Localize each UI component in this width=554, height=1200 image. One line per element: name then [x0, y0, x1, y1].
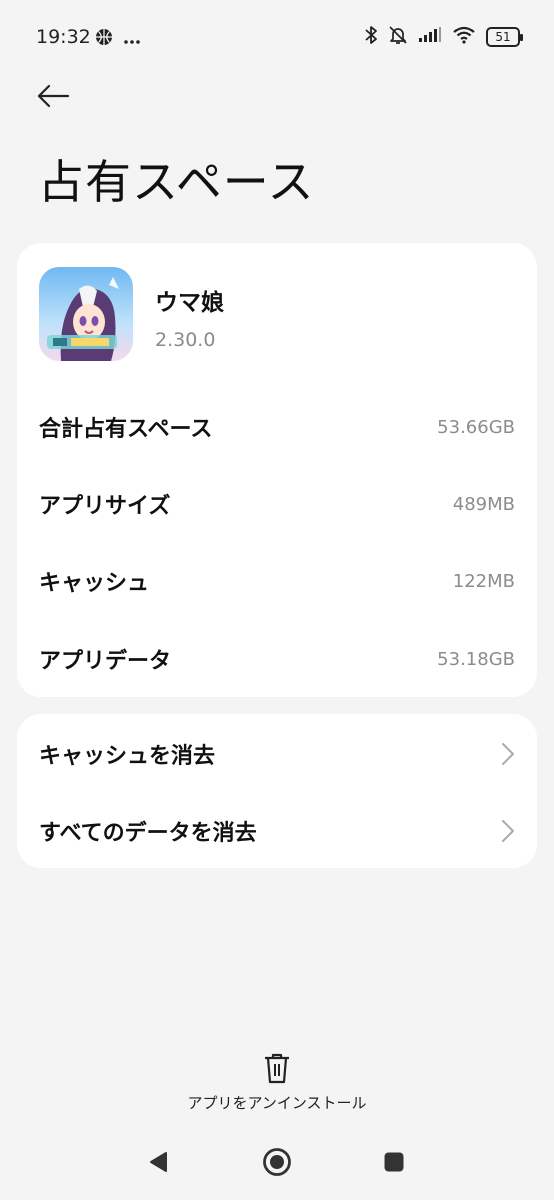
arrow-left-icon	[37, 84, 70, 108]
signal-icon	[418, 27, 442, 47]
nav-recents-button[interactable]	[376, 1144, 412, 1180]
cache-row: キャッシュ 122MB	[39, 561, 515, 601]
uninstall-button[interactable]: アプリをアンインストール	[0, 1052, 554, 1113]
square-recents-icon	[384, 1152, 404, 1172]
clear-all-data-button[interactable]: すべてのデータを消去	[39, 807, 515, 855]
app-version: 2.30.0	[155, 329, 216, 351]
app-data-value: 53.18GB	[437, 648, 515, 670]
app-size-value: 489MB	[452, 493, 515, 515]
app-data-label: アプリデータ	[39, 649, 172, 674]
wifi-icon	[452, 26, 476, 48]
status-left-icons	[95, 28, 141, 50]
app-name: ウマ娘	[155, 290, 224, 316]
status-time: 19:32	[36, 26, 91, 48]
chevron-right-icon	[502, 743, 514, 765]
cache-label: キャッシュ	[39, 571, 150, 596]
clear-cache-label: キャッシュを消去	[39, 744, 216, 769]
chevron-right-icon	[502, 820, 514, 842]
app-icon	[39, 267, 133, 361]
storage-screen: 19:32 51 占有スペース ウマ娘 2.30.0 合計占有スペース 53.6…	[0, 0, 554, 1200]
clear-cache-button[interactable]: キャッシュを消去	[39, 730, 515, 778]
more-dots-icon	[123, 30, 141, 49]
nav-back-button[interactable]	[140, 1144, 176, 1180]
silent-bell-icon	[388, 25, 408, 49]
total-storage-row: 合計占有スペース 53.66GB	[39, 407, 515, 447]
trash-icon	[265, 1053, 289, 1084]
storage-actions-card: キャッシュを消去 すべてのデータを消去	[17, 714, 537, 868]
uninstall-label: アプリをアンインストール	[187, 1094, 367, 1112]
app-size-row: アプリサイズ 489MB	[39, 484, 515, 524]
storage-info-card: ウマ娘 2.30.0 合計占有スペース 53.66GB アプリサイズ 489MB…	[17, 243, 537, 697]
clear-all-data-label: すべてのデータを消去	[39, 821, 257, 846]
battery-indicator: 51	[486, 27, 523, 47]
bluetooth-icon	[364, 25, 378, 49]
back-button[interactable]	[36, 78, 76, 114]
page-title: 占有スペース	[38, 155, 315, 209]
nav-home-button[interactable]	[259, 1144, 295, 1180]
cache-value: 122MB	[452, 570, 515, 592]
total-storage-value: 53.66GB	[437, 416, 515, 438]
home-circle-icon	[263, 1148, 291, 1176]
total-storage-label: 合計占有スペース	[39, 417, 213, 442]
navigation-bar	[0, 1130, 554, 1200]
status-bar: 19:32 51	[0, 0, 554, 74]
triangle-back-icon	[150, 1152, 167, 1172]
status-right-icons: 51	[364, 25, 523, 49]
app-size-label: アプリサイズ	[39, 494, 171, 519]
app-data-row: アプリデータ 53.18GB	[39, 639, 515, 679]
basketball-icon	[95, 28, 113, 50]
